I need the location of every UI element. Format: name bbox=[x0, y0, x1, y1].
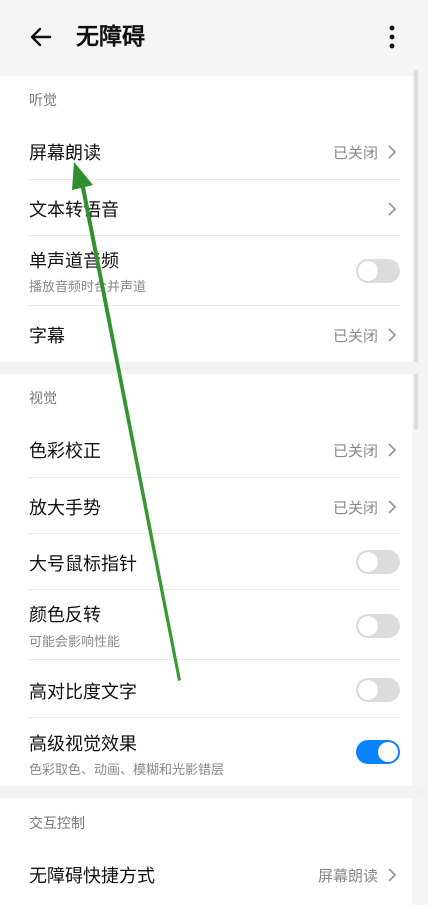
row-text-to-speech[interactable]: 文本转语音 bbox=[0, 180, 412, 236]
row-label: 放大手势 bbox=[29, 498, 101, 519]
row-color-correction[interactable]: 色彩校正 已关闭 bbox=[0, 420, 412, 478]
row-value: 已关闭 bbox=[332, 327, 378, 345]
toggle-knob bbox=[358, 680, 378, 700]
chevron-right-icon bbox=[388, 443, 397, 457]
large-pointer-toggle[interactable] bbox=[356, 550, 400, 574]
row-value: 屏幕朗读 bbox=[317, 867, 378, 885]
hearing-section: 听觉 屏幕朗读 已关闭 文本转语音 单声道音频 播放音频时合并声道 字幕 已关闭 bbox=[0, 76, 412, 362]
toggle-knob bbox=[358, 261, 378, 281]
row-advanced-visual-effects[interactable]: 高级视觉效果 色彩取色、动画、模糊和光影错层 bbox=[0, 718, 412, 786]
row-magnification-gestures[interactable]: 放大手势 已关闭 bbox=[0, 478, 412, 534]
accessibility-settings-screen: 无障碍 听觉 屏幕朗读 已关闭 文本转语音 单声道音频 播放音频时合并声道 字幕 bbox=[0, 0, 428, 905]
chevron-right-icon bbox=[388, 145, 397, 159]
row-label: 字幕 bbox=[29, 326, 65, 347]
section-gap bbox=[0, 362, 428, 374]
toggle-knob bbox=[358, 552, 378, 572]
toggle-knob bbox=[358, 616, 378, 636]
row-subtitles[interactable]: 字幕 已关闭 bbox=[0, 306, 412, 362]
back-arrow-icon[interactable] bbox=[26, 22, 56, 52]
chevron-right-icon bbox=[388, 328, 397, 342]
interaction-section: 交互控制 无障碍快捷方式 屏幕朗读 bbox=[0, 798, 412, 905]
section-title-hearing: 听觉 bbox=[29, 93, 57, 109]
row-label: 高级视觉效果 bbox=[29, 734, 137, 755]
row-color-inversion[interactable]: 颜色反转 可能会影响性能 bbox=[0, 590, 412, 660]
row-value: 已关闭 bbox=[332, 144, 378, 162]
row-high-contrast-text[interactable]: 高对比度文字 bbox=[0, 660, 412, 716]
color-inversion-toggle[interactable] bbox=[356, 614, 400, 638]
row-value: 已关闭 bbox=[332, 499, 378, 517]
scrollbar[interactable] bbox=[414, 70, 418, 430]
row-subtitle: 播放音频时合并声道 bbox=[29, 280, 147, 295]
page-title: 无障碍 bbox=[76, 24, 145, 50]
mono-audio-toggle[interactable] bbox=[356, 259, 400, 283]
more-vertical-icon[interactable] bbox=[380, 22, 404, 52]
row-label: 屏幕朗读 bbox=[29, 143, 101, 164]
section-title-vision: 视觉 bbox=[29, 391, 57, 407]
row-label: 单声道音频 bbox=[29, 251, 119, 272]
row-label: 高对比度文字 bbox=[29, 682, 137, 703]
high-contrast-text-toggle[interactable] bbox=[356, 678, 400, 702]
row-label: 色彩校正 bbox=[29, 441, 101, 462]
row-large-pointer[interactable]: 大号鼠标指针 bbox=[0, 534, 412, 590]
row-subtitle: 色彩取色、动画、模糊和光影错层 bbox=[29, 763, 225, 778]
row-label: 颜色反转 bbox=[29, 605, 101, 626]
section-gap bbox=[0, 786, 428, 798]
row-label: 文本转语音 bbox=[29, 200, 119, 221]
chevron-right-icon bbox=[388, 500, 397, 514]
row-label: 大号鼠标指针 bbox=[29, 554, 137, 575]
chevron-right-icon bbox=[388, 202, 397, 216]
header: 无障碍 bbox=[0, 0, 428, 72]
row-mono-audio[interactable]: 单声道音频 播放音频时合并声道 bbox=[0, 236, 412, 306]
row-accessibility-shortcut[interactable]: 无障碍快捷方式 屏幕朗读 bbox=[0, 846, 412, 902]
toggle-knob bbox=[378, 742, 398, 762]
row-value: 已关闭 bbox=[332, 442, 378, 460]
chevron-right-icon bbox=[388, 868, 397, 882]
vision-section: 视觉 色彩校正 已关闭 放大手势 已关闭 大号鼠标指针 颜色反转 可能会影响性能… bbox=[0, 374, 412, 786]
row-subtitle: 可能会影响性能 bbox=[29, 635, 121, 650]
row-label: 无障碍快捷方式 bbox=[29, 866, 155, 887]
advanced-visual-effects-toggle[interactable] bbox=[356, 740, 400, 764]
section-title-interaction: 交互控制 bbox=[29, 816, 85, 832]
row-screen-reader[interactable]: 屏幕朗读 已关闭 bbox=[0, 124, 412, 180]
